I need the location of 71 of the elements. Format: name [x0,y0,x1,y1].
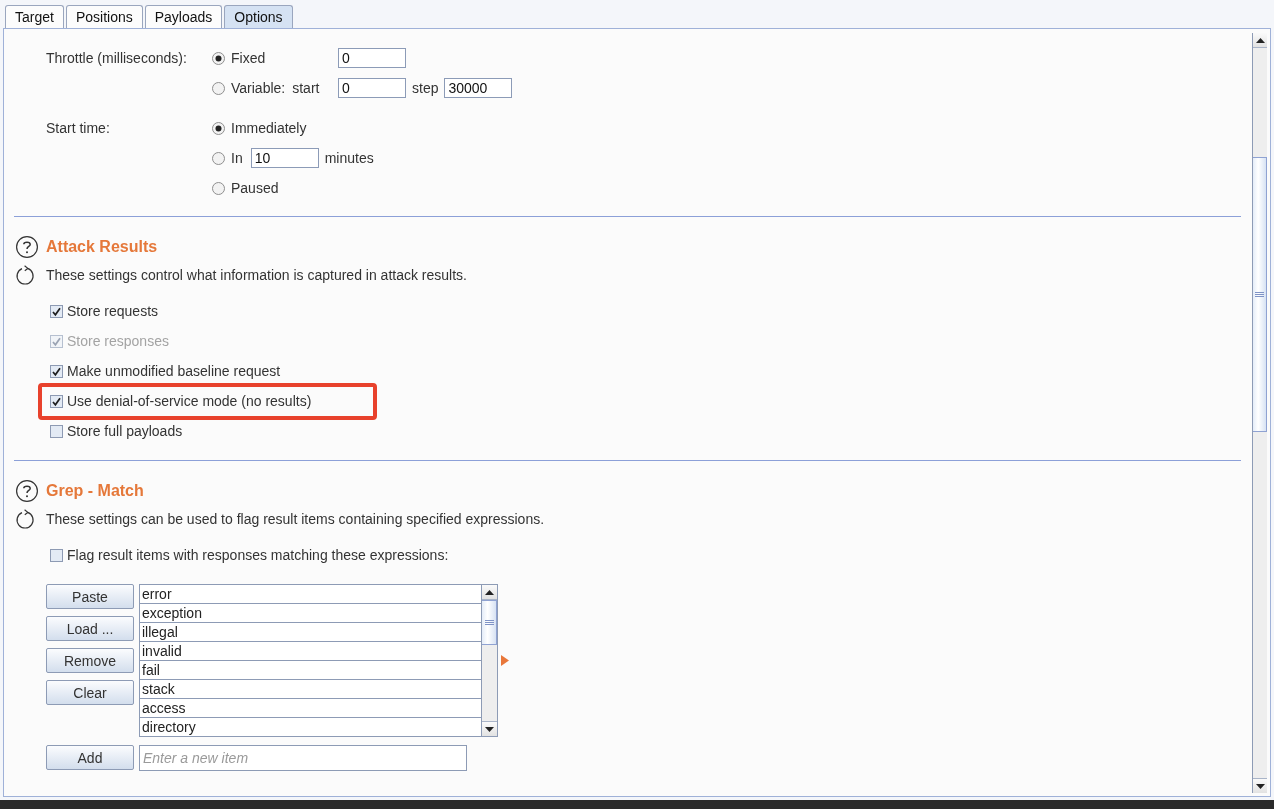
list-action-button[interactable]: Clear [46,680,134,705]
refresh-icon[interactable] [15,508,35,530]
setting-label: Throttle (milliseconds): [46,49,188,68]
add-button[interactable]: Add [46,745,134,770]
radio-button[interactable] [212,51,225,65]
radio-label: Variable: [231,80,286,96]
caret-down-icon [1255,783,1265,789]
caret-up-icon [1255,37,1265,43]
radio-label: Immediately [231,120,307,136]
scrollbar[interactable] [481,585,497,736]
scroll-down-button[interactable] [482,721,497,736]
checkbox-label: Store full payloads [67,423,183,439]
checkbox-label: Store requests [67,303,159,319]
field-label: start [292,80,320,96]
scrollbar-thumb[interactable] [1253,157,1267,432]
tab[interactable]: Positions [65,5,143,28]
help-icon[interactable] [16,236,38,258]
scroll-up-button[interactable] [1253,33,1267,48]
tab[interactable]: Options [224,5,293,28]
list-action-button[interactable]: Load ... [46,616,134,641]
input-field[interactable]: 30000 [444,78,513,98]
help-icon[interactable] [16,480,38,502]
checkbox-label: Flag result items with responses matching these expressions: [67,547,449,563]
section-title: Attack Results [46,238,158,256]
list-item[interactable]: illegal [140,623,481,642]
checkbox-label: Use denial-of-service mode (no results) [67,393,312,409]
input-field[interactable]: 0 [338,48,406,68]
section-description: These settings can be used to flag result items containing specified expressions. [46,511,545,527]
refresh-icon[interactable] [15,264,35,286]
list-item[interactable]: exception [140,604,481,623]
caret-down-icon [485,726,494,732]
list-item[interactable]: directory [140,718,481,736]
tab[interactable]: Payloads [144,5,223,28]
list-item[interactable]: fail [140,661,481,680]
list-item[interactable]: error [140,585,481,604]
caret-right-icon[interactable] [501,655,509,666]
grip-icon [484,620,494,625]
list-action-button[interactable]: Remove [46,648,134,673]
field-label: step [412,80,439,96]
caret-up-icon [485,589,494,595]
scroll-up-button[interactable] [482,585,497,600]
scrollbar-thumb[interactable] [482,600,497,645]
list-action-button[interactable]: Paste [46,584,134,609]
scroll-down-button[interactable] [1253,778,1267,793]
radio-button[interactable] [212,181,225,195]
radio-button[interactable] [212,151,225,165]
grip-icon [1255,292,1264,297]
list-item[interactable]: invalid [140,642,481,661]
section-description: These settings control what information is captured in attack results. [46,267,467,283]
radio-label: Paused [231,180,279,196]
radio-button[interactable] [212,81,225,95]
section-title: Grep - Match [46,482,144,500]
radio-button[interactable] [212,121,225,135]
tab[interactable]: Target [5,5,64,28]
list-item[interactable]: access [140,699,481,718]
checkbox-label: Store responses [67,333,169,349]
checkbox[interactable] [50,364,63,378]
radio-label: In [231,150,243,166]
checkbox[interactable] [50,548,63,562]
checkbox-label: Make unmodified baseline request [67,363,281,379]
setting-label: Start time: [46,119,111,138]
list-item[interactable]: stack [140,680,481,699]
checkbox[interactable] [50,424,63,438]
unit-label: minutes [324,150,374,166]
checkbox[interactable] [50,304,63,318]
input-field[interactable]: 0 [338,78,406,98]
input-field[interactable]: 10 [250,148,319,168]
checkbox[interactable] [50,394,63,408]
input-field[interactable]: Enter a new item [139,745,467,771]
scrollbar[interactable] [1252,33,1267,793]
radio-label: Fixed [231,50,266,66]
